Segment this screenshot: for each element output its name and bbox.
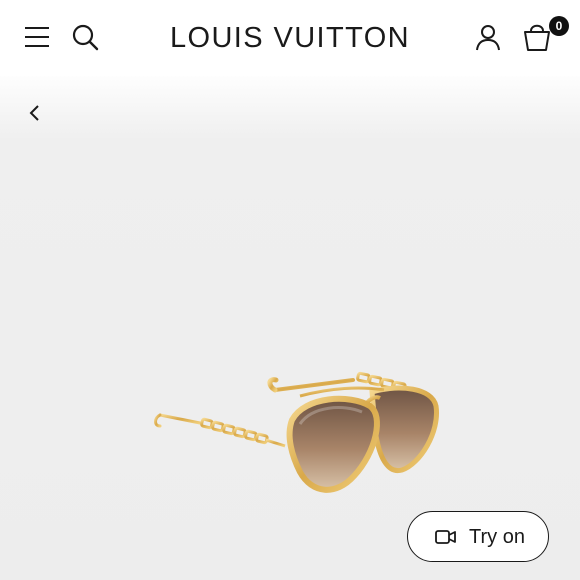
product-page: LOUIS VUITTON 0 Try on [0,0,580,580]
search-icon [72,24,99,51]
hamburger-menu-icon [25,27,49,47]
back-button[interactable] [24,100,46,126]
shopping-bag-button[interactable]: 0 [520,16,570,54]
bag-count-badge: 0 [549,16,569,36]
search-button[interactable] [70,22,100,52]
chevron-left-icon [29,105,39,121]
account-button[interactable] [473,22,503,52]
try-on-label: Try on [469,526,525,548]
video-camera-icon [435,530,456,544]
account-icon [476,25,500,51]
site-header: LOUIS VUITTON 0 [0,0,580,76]
brand-logo[interactable]: LOUIS VUITTON [150,20,430,56]
menu-button[interactable] [22,24,52,50]
sunglasses-image [154,371,440,493]
try-on-button[interactable]: Try on [407,511,549,562]
